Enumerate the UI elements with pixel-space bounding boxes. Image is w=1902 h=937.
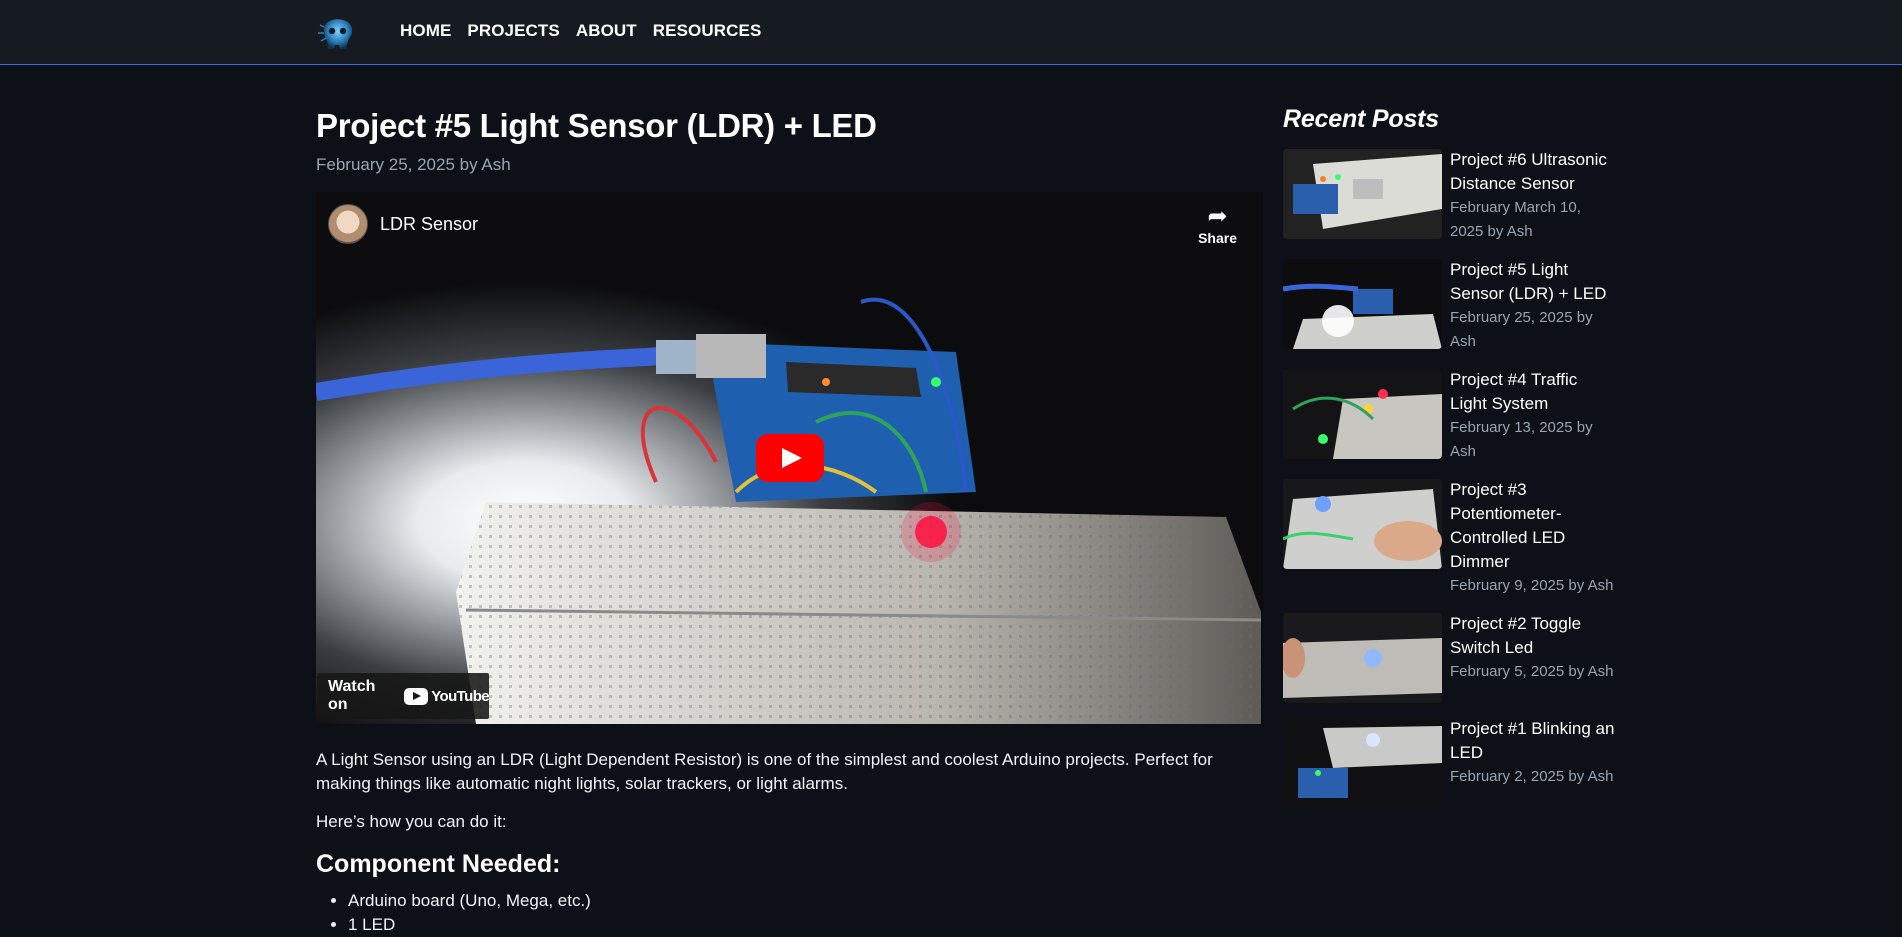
share-arrow-icon: ➦	[1207, 203, 1228, 230]
recent-post-item[interactable]: Project #3 Potentiometer-Controlled LED …	[1283, 478, 1623, 598]
recent-post-meta: February 25, 2025 by Ash	[1450, 309, 1593, 350]
watch-on-youtube-button[interactable]: Watch on YouTube	[317, 673, 490, 719]
recent-post-title[interactable]: Project #2 Toggle Switch Led	[1450, 612, 1615, 660]
post-thumbnail[interactable]	[1283, 479, 1442, 569]
list-item: Arduino board (Uno, Mega, etc.)	[348, 889, 1263, 913]
post-thumbnail[interactable]	[1283, 369, 1442, 459]
post-title: Project #5 Light Sensor (LDR) + LED	[316, 107, 877, 144]
post-thumbnail[interactable]	[1283, 718, 1442, 808]
post-meta: February 25, 2025 by Ash	[316, 155, 511, 174]
channel-avatar[interactable]	[328, 204, 368, 244]
components-heading: Component Needed:	[316, 850, 561, 878]
video-header: LDR Sensor	[328, 204, 478, 244]
share-button[interactable]: ➦ Share	[1198, 203, 1237, 247]
recent-post-item[interactable]: Project #1 Blinking an LED February 2, 2…	[1283, 717, 1623, 808]
recent-posts-heading: Recent Posts	[1283, 105, 1439, 133]
watch-on-label: Watch on	[328, 678, 376, 713]
post-thumbnail[interactable]	[1283, 149, 1442, 239]
list-item: 1 LED	[348, 913, 1263, 937]
site-header: HOME PROJECTS ABOUT RESOURCES	[0, 0, 1902, 65]
recent-post-title[interactable]: Project #4 Traffic Light System	[1450, 368, 1615, 416]
recent-post-item[interactable]: Project #4 Traffic Light System February…	[1283, 368, 1623, 464]
recent-post-meta: February 13, 2025 by Ash	[1450, 419, 1593, 460]
youtube-label: YouTube	[431, 687, 489, 705]
post-thumbnail[interactable]	[1283, 613, 1442, 703]
play-icon[interactable]	[756, 434, 824, 482]
recent-post-title[interactable]: Project #5 Light Sensor (LDR) + LED	[1450, 258, 1615, 306]
recent-post-title[interactable]: Project #1 Blinking an LED	[1450, 717, 1615, 765]
skull-logo-icon[interactable]	[316, 11, 358, 53]
sidebar: Recent Posts Project #6 Ultrasonic Dista…	[1283, 65, 1623, 822]
recent-post-meta: February 9, 2025 by Ash	[1450, 577, 1614, 594]
recent-post-title[interactable]: Project #3 Potentiometer-Controlled LED …	[1450, 478, 1615, 574]
nav-projects[interactable]: PROJECTS	[467, 21, 559, 41]
youtube-logo: YouTube	[404, 687, 490, 705]
youtube-icon	[404, 687, 429, 705]
nav-home[interactable]: HOME	[400, 21, 451, 41]
recent-post-title[interactable]: Project #6 Ultrasonic Distance Sensor	[1450, 148, 1615, 196]
recent-post-meta: February 5, 2025 by Ash	[1450, 663, 1614, 680]
article: Project #5 Light Sensor (LDR) + LED Febr…	[316, 65, 1263, 937]
post-thumbnail[interactable]	[1283, 259, 1442, 349]
recent-post-item[interactable]: Project #2 Toggle Switch Led February 5,…	[1283, 612, 1623, 703]
recent-posts-list: Project #6 Ultrasonic Distance Sensor Fe…	[1283, 148, 1623, 808]
recent-post-item[interactable]: Project #6 Ultrasonic Distance Sensor Fe…	[1283, 148, 1623, 244]
nav-resources[interactable]: RESOURCES	[653, 21, 762, 41]
components-list: Arduino board (Uno, Mega, etc.) 1 LED	[316, 889, 1263, 937]
how-to-paragraph: Here’s how you can do it:	[316, 812, 507, 831]
recent-post-meta: February 2, 2025 by Ash	[1450, 768, 1614, 785]
main-nav: HOME PROJECTS ABOUT RESOURCES	[400, 21, 761, 41]
intro-paragraph: A Light Sensor using an LDR (Light Depen…	[316, 750, 1213, 793]
nav-about[interactable]: ABOUT	[576, 21, 637, 41]
recent-post-item[interactable]: Project #5 Light Sensor (LDR) + LED Febr…	[1283, 258, 1623, 354]
recent-post-meta: February March 10, 2025 by Ash	[1450, 199, 1581, 240]
video-title[interactable]: LDR Sensor	[380, 214, 478, 235]
video-embed[interactable]: LDR Sensor ➦ Share Watch on YouTube	[316, 192, 1263, 724]
share-label: Share	[1198, 230, 1237, 246]
